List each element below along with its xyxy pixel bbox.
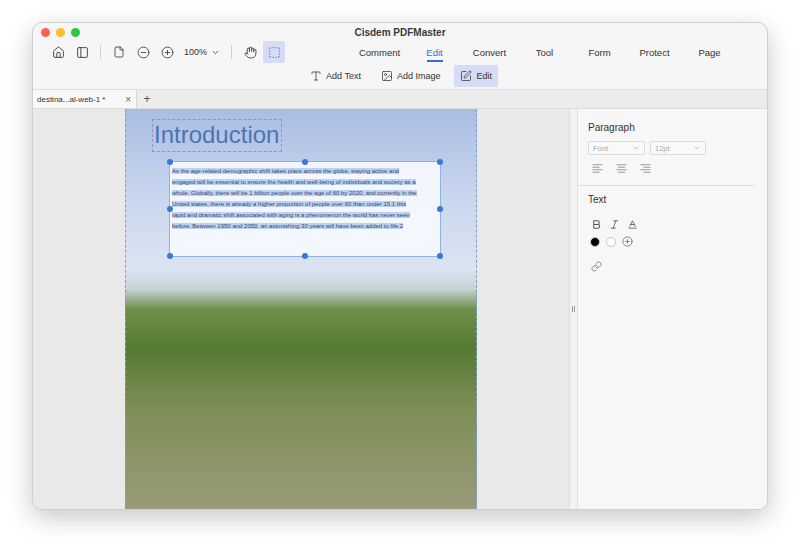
window-controls (33, 28, 103, 37)
tab-close-button[interactable]: × (125, 94, 131, 105)
minimize-window-button[interactable] (56, 28, 65, 37)
text-style-row (591, 219, 755, 230)
paragraph-line: whole. Globally, there will be 1 billion… (172, 188, 438, 199)
toolbar: 100% CommentEditConvertToolFormProtectPag… (33, 41, 767, 63)
zoom-out-button[interactable] (132, 41, 154, 63)
close-window-button[interactable] (41, 28, 50, 37)
resize-handle[interactable] (302, 159, 308, 165)
chevron-down-icon (693, 144, 701, 152)
paragraph-line: United states, there is already a higher… (172, 199, 438, 210)
menu-tab[interactable]: Tool (517, 42, 572, 62)
panel-splitter[interactable] (569, 109, 577, 509)
separator (100, 45, 101, 59)
resize-handle[interactable] (437, 206, 443, 212)
italic-icon[interactable] (609, 219, 620, 230)
marquee-select-icon (268, 46, 281, 59)
chevron-down-icon (211, 48, 220, 57)
add-text-icon (310, 70, 322, 82)
edit-toolbar: Add Text Add Image Edit (33, 63, 767, 89)
align-center-icon[interactable] (616, 164, 627, 173)
menu-tab[interactable]: Convert (462, 42, 517, 62)
paragraph-line: before. Between 1950 and 2050, an astoni… (172, 221, 438, 232)
chevron-down-icon (632, 144, 640, 152)
document-canvas: Introduction As the age-related demograph… (33, 109, 569, 509)
font-row: Font 12pt (588, 141, 755, 155)
document-tab-bar: destina...al-web-1 *×+ (33, 89, 767, 109)
menu-tab[interactable]: Edit (407, 42, 462, 62)
text-color-icon[interactable] (627, 219, 638, 230)
separator (231, 45, 232, 59)
window-title: Cisdem PDFMaster (103, 27, 697, 38)
paragraph-line: As the age-related demographic shift tak… (172, 166, 438, 177)
align-right-icon[interactable] (640, 164, 651, 173)
sidebar-icon (76, 46, 89, 59)
new-tab-button[interactable]: + (137, 90, 157, 108)
edit-tool-button[interactable]: Add Text (304, 65, 367, 87)
zoom-in-button[interactable] (156, 41, 178, 63)
color-swatch[interactable] (606, 237, 616, 247)
divider (578, 185, 755, 186)
file-icon (113, 46, 125, 58)
resize-handle[interactable] (437, 159, 443, 165)
screen: Cisdem PDFMaster100%CommentEditConvertTo… (0, 0, 800, 553)
add-image-icon (381, 70, 393, 82)
link-row (591, 261, 755, 272)
color-swatch[interactable] (590, 237, 600, 247)
section-title: Paragraph (588, 122, 755, 133)
edit-icon (460, 70, 472, 82)
menu-tab[interactable]: Protect (627, 42, 682, 62)
heading-text-block[interactable]: Introduction (152, 119, 282, 152)
resize-handle[interactable] (167, 159, 173, 165)
page-button[interactable] (108, 41, 130, 63)
link-icon[interactable] (591, 261, 602, 272)
hand-icon (244, 46, 257, 59)
app-window: Cisdem PDFMaster100%CommentEditConvertTo… (32, 22, 768, 510)
section-title: Text (588, 194, 755, 205)
edit-tool-button[interactable]: Edit (454, 65, 498, 87)
align-left-icon[interactable] (592, 164, 603, 173)
sidebar-button[interactable] (71, 41, 93, 63)
pointer-tool-button[interactable] (263, 41, 285, 63)
zoom-select[interactable]: 100% (180, 47, 224, 57)
paragraph-line: rapid and dramatic shift associated with… (172, 210, 438, 221)
selected-text-box[interactable]: As the age-related demographic shift tak… (169, 161, 441, 257)
bold-icon[interactable] (591, 219, 602, 230)
home-button[interactable] (47, 41, 69, 63)
menu-tab[interactable]: Comment (352, 42, 407, 62)
add-color-icon[interactable] (622, 236, 633, 247)
zoom-out-icon (137, 46, 150, 59)
properties-panel: Paragraph Font 12pt Text (577, 109, 767, 509)
main-menu: CommentEditConvertToolFormProtectPage (352, 42, 737, 62)
document-tab[interactable]: destina...al-web-1 *× (33, 90, 137, 108)
alignment-row (592, 164, 755, 173)
font-size-select[interactable]: 12pt (650, 141, 706, 155)
pointer-tool-button[interactable] (239, 41, 261, 63)
edit-tool-button[interactable]: Add Image (375, 65, 447, 87)
menu-tab[interactable]: Page (682, 42, 737, 62)
home-icon (52, 46, 65, 59)
font-select[interactable]: Font (588, 141, 645, 155)
pdf-page: Introduction As the age-related demograph… (125, 109, 477, 509)
menu-tab[interactable]: Form (572, 42, 627, 62)
resize-handle[interactable] (167, 253, 173, 259)
view-tools: 100% (47, 41, 285, 63)
paragraph-line: engaged will be essential to ensure the … (172, 177, 438, 188)
color-row (590, 236, 755, 247)
zoom-window-button[interactable] (71, 28, 80, 37)
resize-handle[interactable] (302, 253, 308, 259)
zoom-in-icon (161, 46, 174, 59)
resize-handle[interactable] (437, 253, 443, 259)
workspace: Introduction As the age-related demograph… (33, 109, 767, 509)
title-bar: Cisdem PDFMaster (33, 23, 767, 41)
